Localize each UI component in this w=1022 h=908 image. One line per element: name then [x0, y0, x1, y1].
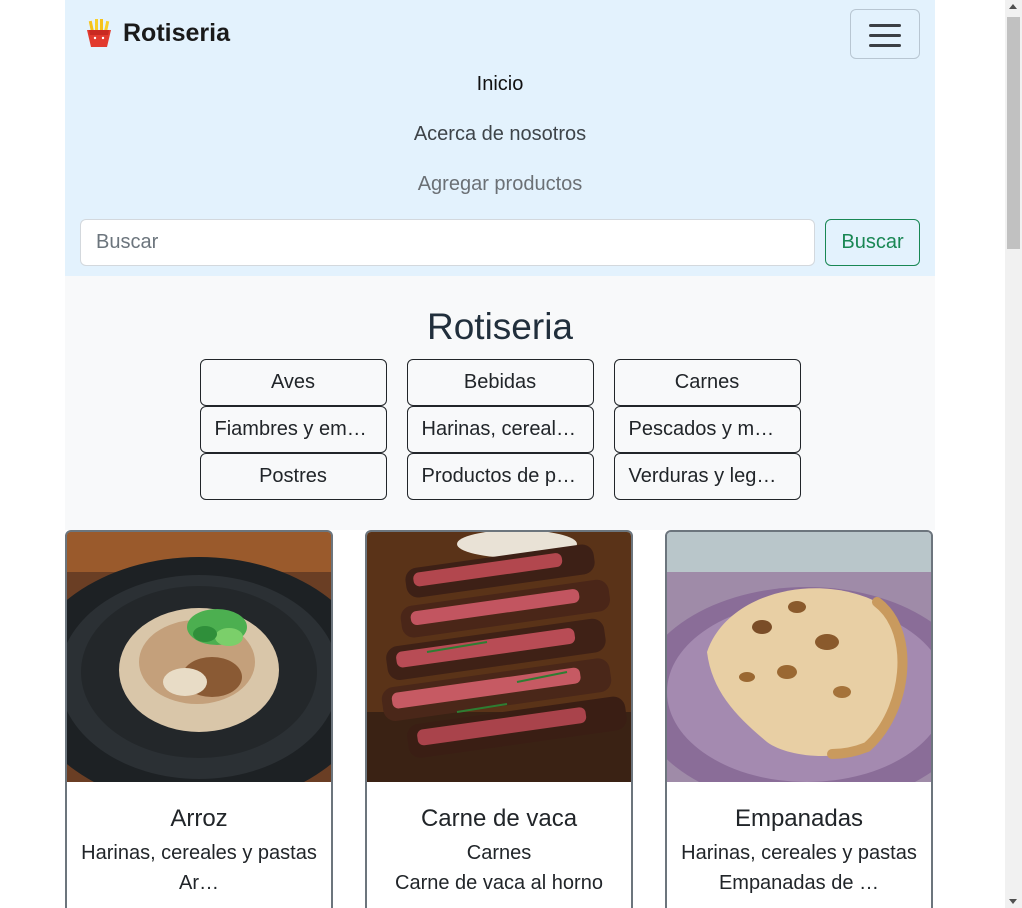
category-button-fiambres[interactable]: Fiambres y em… [199, 406, 387, 453]
product-title: Arroz [170, 805, 228, 832]
category-button-harinas[interactable]: Harinas, cereal… [406, 406, 594, 453]
brand-link[interactable]: Rotiseria [85, 18, 230, 48]
product-title: Carne de vaca [420, 805, 578, 832]
product-card-body: Arroz Harinas, cereales y pastas Ar… [67, 782, 331, 898]
page-title: Rotiseria [427, 306, 573, 347]
nav-links: Inicio Acerca de nosotros Agregar produc… [65, 59, 935, 209]
search-form: Buscar [80, 219, 920, 266]
category-button-verduras[interactable]: Verduras y leg… [613, 453, 801, 500]
product-description: Ar… [179, 872, 219, 894]
navbar-toggle-button[interactable] [850, 9, 920, 59]
navbar: Rotiseria Inicio Acerca de nosotros Agre… [65, 0, 935, 276]
scroll-up-arrow-icon[interactable] [1009, 4, 1017, 9]
categories-section: Rotiseria Aves Bebidas Carnes Fiambres y… [65, 276, 935, 530]
page-scrollbar[interactable] [1005, 0, 1022, 908]
hamburger-menu-icon [869, 24, 901, 27]
product-category: Harinas, cereales y pastas [681, 842, 917, 864]
category-button-pescados[interactable]: Pescados y m… [613, 406, 801, 453]
category-button-aves[interactable]: Aves [199, 359, 387, 406]
rice-bowl-photo [67, 532, 331, 782]
empanada-photo [667, 532, 931, 782]
product-category: Harinas, cereales y pastas [81, 842, 317, 864]
product-card[interactable]: Carne de vaca Carnes Carne de vaca al ho… [365, 530, 633, 908]
product-category: Carnes [466, 842, 532, 864]
sliced-steak-photo [367, 532, 631, 782]
nav-link-agregar-productos[interactable]: Agregar productos [65, 159, 935, 209]
product-description: Carne de vaca al horno [395, 872, 603, 894]
search-button[interactable]: Buscar [825, 219, 920, 266]
hamburger-line [869, 44, 901, 47]
hamburger-line [869, 34, 901, 37]
category-button-carnes[interactable]: Carnes [613, 359, 801, 406]
search-input[interactable] [80, 219, 815, 266]
product-card-body: Carne de vaca Carnes Carne de vaca al ho… [367, 782, 631, 898]
product-card[interactable]: Empanadas Harinas, cereales y pastas Emp… [665, 530, 933, 908]
nav-link-inicio[interactable]: Inicio [65, 59, 935, 109]
product-card-body: Empanadas Harinas, cereales y pastas Emp… [667, 782, 931, 898]
scroll-down-arrow-icon[interactable] [1009, 899, 1017, 904]
scrollbar-thumb[interactable] [1007, 17, 1020, 249]
category-buttons: Aves Bebidas Carnes Fiambres y em… Harin… [95, 359, 905, 500]
fries-icon [87, 19, 111, 47]
nav-link-acerca[interactable]: Acerca de nosotros [65, 109, 935, 159]
product-description: Empanadas de … [718, 872, 880, 894]
category-button-productos[interactable]: Productos de p… [406, 453, 594, 500]
brand-name: Rotiseria [123, 19, 230, 47]
product-title: Empanadas [734, 805, 864, 832]
page-container: Rotiseria Inicio Acerca de nosotros Agre… [65, 0, 935, 908]
product-card[interactable]: Arroz Harinas, cereales y pastas Ar… [65, 530, 333, 908]
category-button-postres[interactable]: Postres [199, 453, 387, 500]
category-button-bebidas[interactable]: Bebidas [406, 359, 594, 406]
